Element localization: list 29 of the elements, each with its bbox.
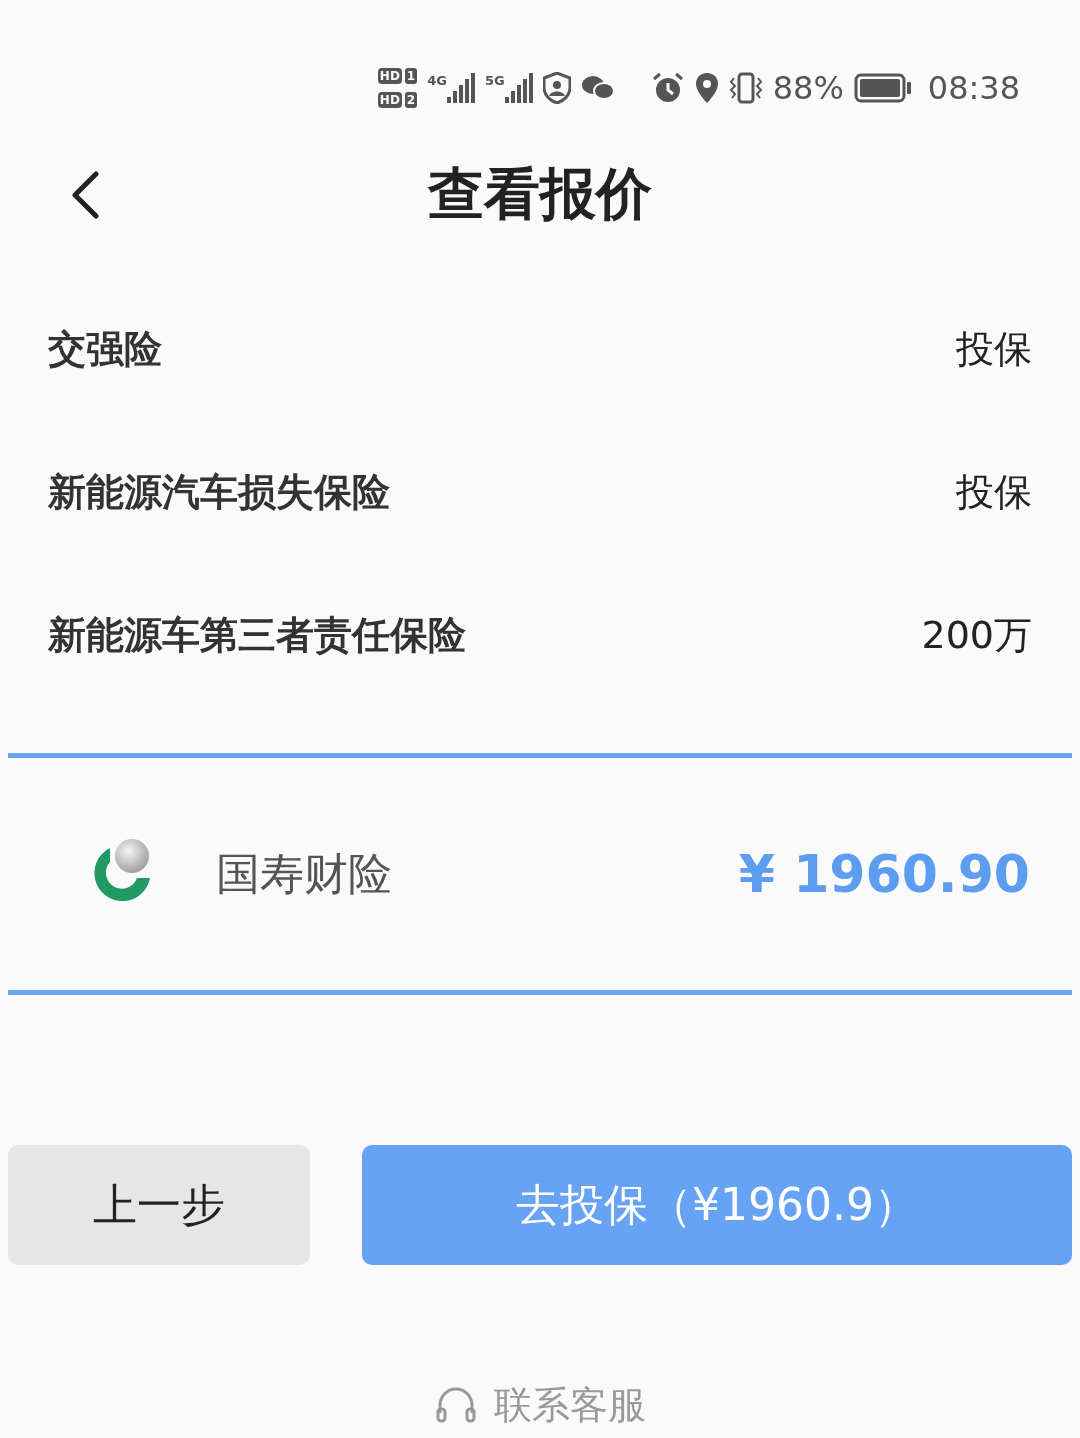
network-type: 4G <box>427 73 447 88</box>
page-title: 查看报价 <box>428 160 652 228</box>
signal-icon <box>446 73 475 103</box>
coverage-name: 新能源车第三者责任保险 <box>48 612 466 659</box>
sim-slot: 1 <box>404 68 418 84</box>
back-icon[interactable] <box>70 171 100 219</box>
sim-slot: 2 <box>404 92 418 108</box>
coverage-value: 200万 <box>921 612 1032 659</box>
signal-icon <box>504 73 533 103</box>
coverage-name: 交强险 <box>48 326 162 373</box>
insurer-name: 国寿财险 <box>216 846 393 901</box>
coverage-name: 新能源汽车损失保险 <box>48 469 390 516</box>
clock-time: 08:38 <box>927 69 1020 107</box>
back-button[interactable]: 上一步 <box>8 1145 310 1265</box>
alarm-icon <box>650 71 685 105</box>
sim-label: HD <box>377 68 402 84</box>
coverage-value: 投保 <box>956 469 1032 516</box>
battery-percent: 88% <box>772 69 844 107</box>
sim-label: HD <box>377 92 402 108</box>
location-pin-icon <box>694 72 719 104</box>
contact-support-label[interactable]: 联系客服 <box>494 1379 646 1431</box>
vibrate-icon <box>728 72 763 104</box>
network-type: 5G <box>484 73 505 88</box>
battery-icon <box>853 73 912 103</box>
insure-button[interactable]: 去投保（¥1960.9） <box>362 1145 1072 1265</box>
shield-person-icon <box>542 72 571 104</box>
coverage-value: 投保 <box>956 326 1032 373</box>
contact-support-link[interactable]: 联系客服 <box>434 1379 646 1431</box>
quote-price: ¥ 1960.90 <box>738 844 1030 904</box>
